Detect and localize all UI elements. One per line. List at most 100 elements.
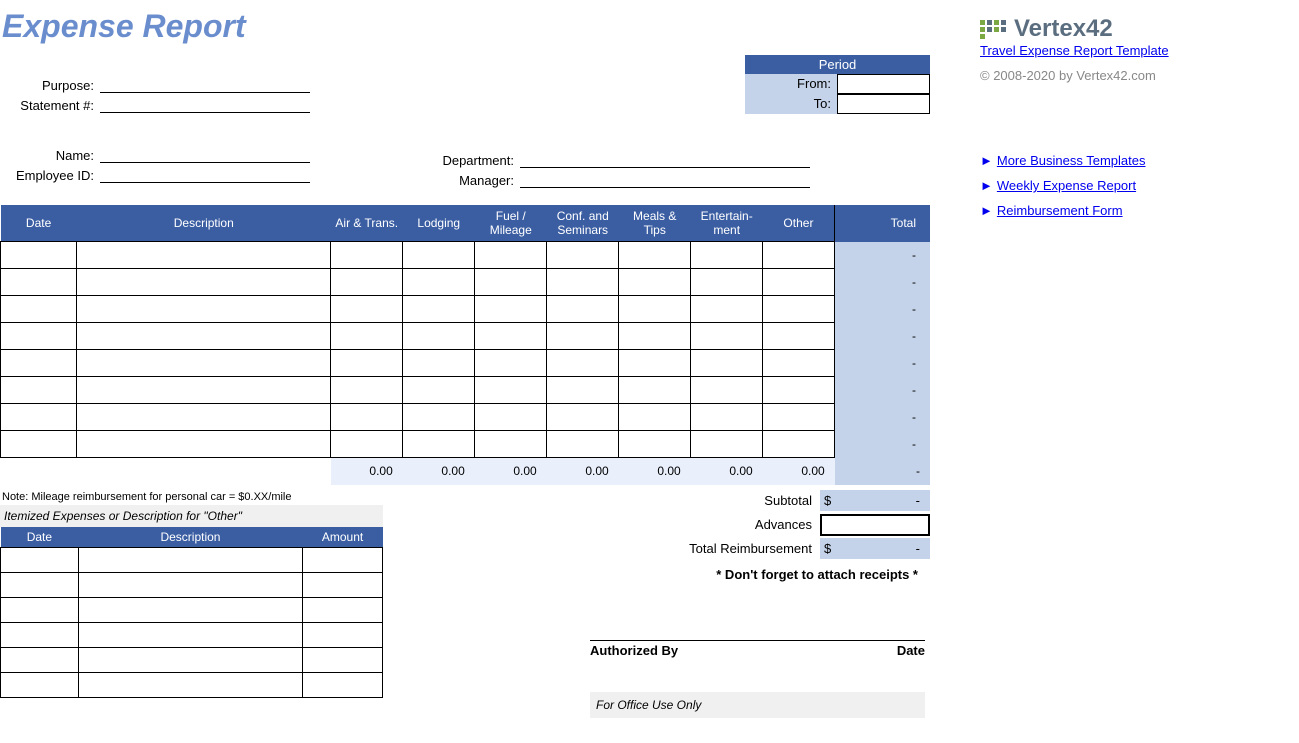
table-cell[interactable] [475, 323, 547, 350]
table-cell[interactable] [619, 377, 691, 404]
table-cell[interactable] [475, 377, 547, 404]
table-cell[interactable] [763, 350, 835, 377]
table-cell[interactable] [1, 431, 77, 458]
table-cell[interactable] [763, 323, 835, 350]
table-cell[interactable] [77, 323, 331, 350]
table-cell[interactable] [547, 431, 619, 458]
table-cell[interactable] [763, 404, 835, 431]
itemized-cell[interactable] [1, 622, 79, 647]
table-cell[interactable] [763, 242, 835, 269]
sidebar-link-2[interactable]: Reimbursement Form [997, 203, 1123, 218]
itemized-cell[interactable] [78, 672, 302, 697]
table-cell[interactable] [331, 269, 403, 296]
table-cell[interactable] [1, 404, 77, 431]
department-input[interactable] [520, 150, 810, 168]
table-cell[interactable] [547, 404, 619, 431]
table-cell[interactable] [691, 404, 763, 431]
name-input[interactable] [100, 145, 310, 163]
table-cell[interactable] [77, 296, 331, 323]
table-cell[interactable] [547, 323, 619, 350]
table-cell[interactable] [403, 242, 475, 269]
table-cell[interactable] [763, 431, 835, 458]
table-cell[interactable] [331, 404, 403, 431]
itemized-cell[interactable] [303, 597, 383, 622]
table-cell[interactable] [1, 377, 77, 404]
table-cell[interactable] [77, 377, 331, 404]
table-cell[interactable] [77, 404, 331, 431]
advances-input[interactable] [820, 514, 930, 536]
table-cell[interactable] [77, 269, 331, 296]
table-cell[interactable] [619, 242, 691, 269]
table-cell[interactable] [403, 404, 475, 431]
table-cell[interactable] [331, 377, 403, 404]
table-cell[interactable] [475, 431, 547, 458]
sidebar-link-1[interactable]: Weekly Expense Report [997, 178, 1136, 193]
table-cell[interactable] [763, 296, 835, 323]
itemized-cell[interactable] [1, 647, 79, 672]
table-cell[interactable] [763, 269, 835, 296]
table-cell[interactable] [403, 323, 475, 350]
table-cell[interactable] [691, 377, 763, 404]
period-to-input[interactable] [837, 94, 930, 114]
table-cell[interactable] [691, 350, 763, 377]
table-cell[interactable] [475, 404, 547, 431]
table-cell[interactable] [77, 350, 331, 377]
table-cell[interactable] [475, 350, 547, 377]
itemized-cell[interactable] [78, 647, 302, 672]
table-cell[interactable] [1, 269, 77, 296]
manager-input[interactable] [520, 170, 810, 188]
table-cell[interactable] [547, 377, 619, 404]
table-cell[interactable] [619, 404, 691, 431]
table-cell[interactable] [619, 431, 691, 458]
itemized-cell[interactable] [303, 672, 383, 697]
table-cell[interactable] [403, 269, 475, 296]
table-cell[interactable] [691, 431, 763, 458]
table-cell[interactable] [619, 350, 691, 377]
table-cell[interactable] [1, 242, 77, 269]
employee-id-input[interactable] [100, 165, 310, 183]
itemized-cell[interactable] [303, 622, 383, 647]
itemized-cell[interactable] [1, 597, 79, 622]
table-cell[interactable] [77, 431, 331, 458]
table-cell[interactable] [547, 269, 619, 296]
statement-input[interactable] [100, 95, 310, 113]
table-cell[interactable] [763, 377, 835, 404]
table-cell[interactable] [691, 269, 763, 296]
signature-block: Authorized By Date For Office Use Only [590, 640, 925, 718]
authorized-by-label: Authorized By [590, 643, 897, 658]
table-cell[interactable] [403, 296, 475, 323]
table-cell[interactable] [691, 296, 763, 323]
table-cell[interactable] [547, 350, 619, 377]
table-cell[interactable] [547, 296, 619, 323]
table-cell[interactable] [331, 350, 403, 377]
table-cell[interactable] [619, 323, 691, 350]
table-cell[interactable] [77, 242, 331, 269]
purpose-input[interactable] [100, 75, 310, 93]
table-cell[interactable] [403, 431, 475, 458]
itemized-cell[interactable] [1, 672, 79, 697]
table-cell[interactable] [1, 323, 77, 350]
template-link[interactable]: Travel Expense Report Template [980, 43, 1280, 58]
table-cell[interactable] [403, 377, 475, 404]
itemized-cell[interactable] [78, 597, 302, 622]
table-cell[interactable] [331, 431, 403, 458]
sidebar-link-0[interactable]: More Business Templates [997, 153, 1146, 168]
itemized-cell[interactable] [303, 647, 383, 672]
table-cell[interactable] [331, 242, 403, 269]
table-cell[interactable] [691, 323, 763, 350]
column-total: 0.00 [547, 458, 619, 485]
table-cell[interactable] [475, 296, 547, 323]
table-cell[interactable] [619, 269, 691, 296]
table-cell[interactable] [475, 242, 547, 269]
table-cell[interactable] [1, 296, 77, 323]
table-cell[interactable] [331, 323, 403, 350]
table-cell[interactable] [1, 350, 77, 377]
table-cell[interactable] [691, 242, 763, 269]
itemized-cell[interactable] [78, 622, 302, 647]
table-cell[interactable] [475, 269, 547, 296]
table-cell[interactable] [619, 296, 691, 323]
table-cell[interactable] [331, 296, 403, 323]
period-from-input[interactable] [837, 74, 930, 94]
table-cell[interactable] [403, 350, 475, 377]
table-cell[interactable] [547, 242, 619, 269]
